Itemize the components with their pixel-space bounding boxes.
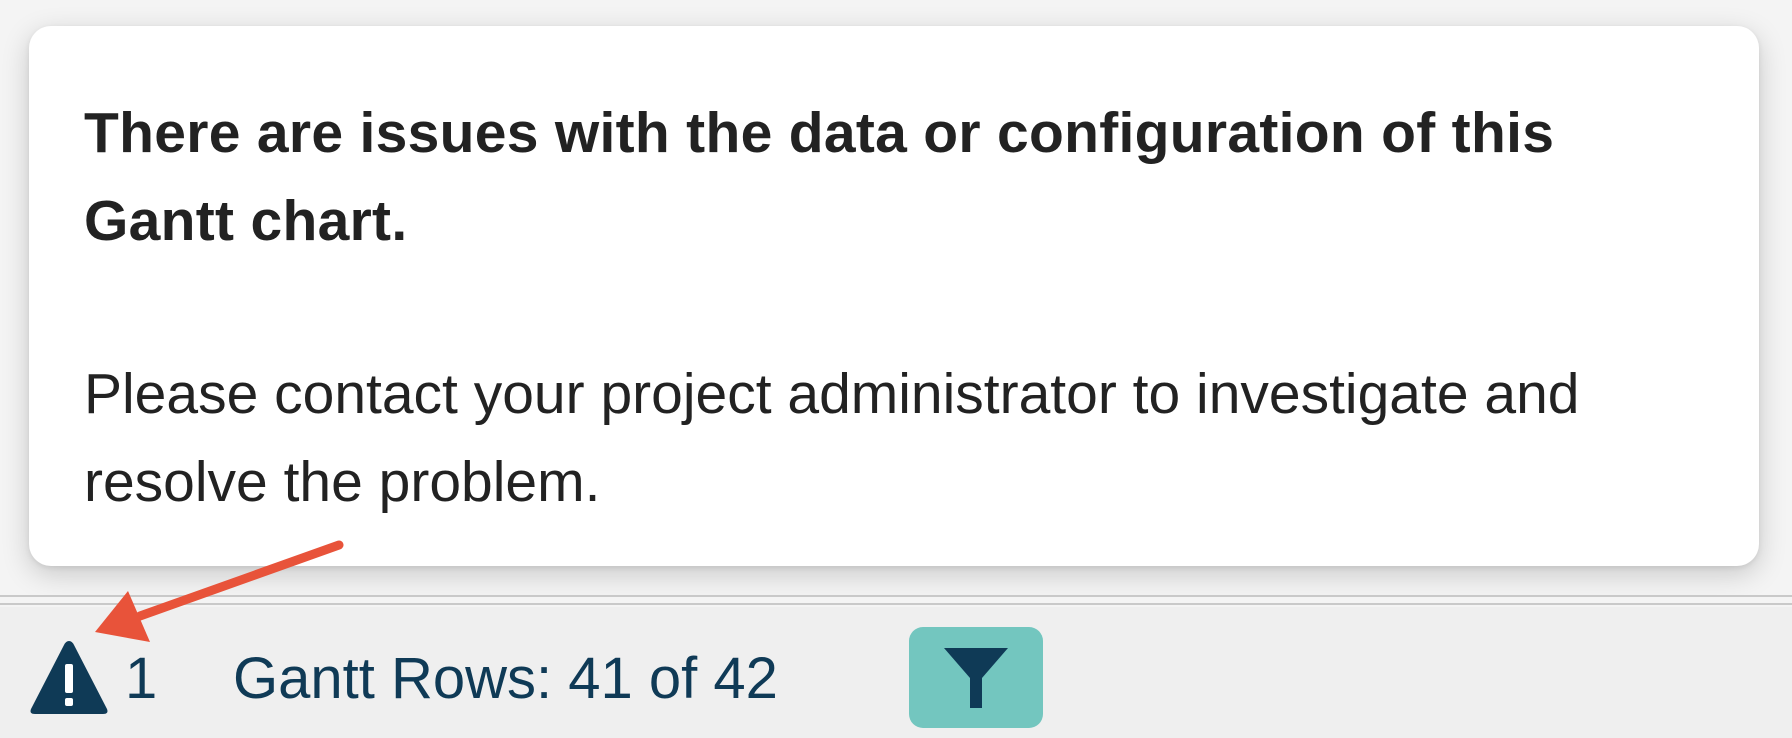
statusbar-divider: [0, 595, 1792, 605]
popover-title: There are issues with the data or config…: [84, 101, 1555, 253]
filter-button[interactable]: [909, 627, 1043, 728]
warning-triangle-icon[interactable]: [29, 638, 109, 716]
filter-funnel-icon: [944, 647, 1008, 708]
issues-popover: There are issues with the data or config…: [29, 26, 1759, 566]
gantt-rows-count: Gantt Rows: 41 of 42: [233, 646, 778, 711]
warning-count[interactable]: 1: [125, 644, 157, 714]
popover-message: Please contact your project administrato…: [84, 362, 1580, 514]
